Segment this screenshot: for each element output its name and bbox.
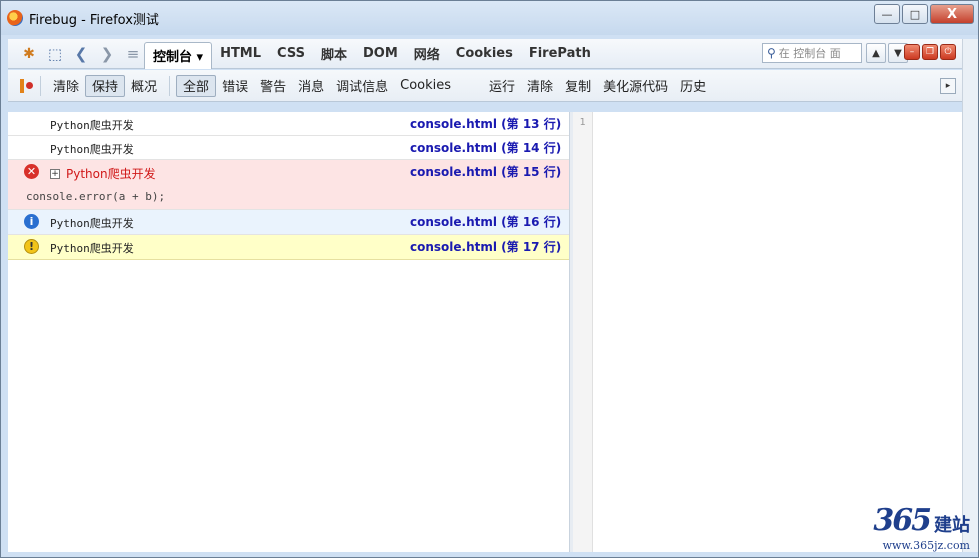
command-editor[interactable]: 1 [573, 112, 962, 552]
log-row: Python爬虫开发 console.html (第 14 行) [8, 136, 569, 160]
watermark-logo: 365 建站 www.365jz.com [840, 501, 970, 556]
close-button[interactable]: X [930, 4, 974, 24]
watermark-number: 365 [873, 503, 932, 538]
persist-button[interactable]: 保持 [85, 74, 126, 97]
watermark-url: www.365jz.com [882, 539, 970, 552]
firebug-main-toolbar: ✱ ⬚ ❮ ❯ ≡ 控制台 ▾ HTML CSS 脚本 DOM 网络 Cooki… [8, 39, 962, 69]
source-link[interactable]: console.html (第 15 行) [410, 163, 561, 180]
tab-net[interactable]: 网络 [406, 42, 448, 66]
run-button[interactable]: 运行 [483, 75, 521, 97]
firebug-detach-icon[interactable]: ❐ [922, 44, 938, 60]
back-icon[interactable]: ❮ [70, 43, 92, 65]
filter-warnings[interactable]: 警告 [254, 75, 292, 97]
firebug-minimize-icon[interactable]: – [904, 44, 920, 60]
expand-icon[interactable]: + [50, 168, 60, 179]
error-row: ✕ + Python爬虫开发 console.error(a + b); con… [8, 160, 569, 210]
warning-message: Python爬虫开发 [50, 242, 134, 255]
tab-console[interactable]: 控制台 ▾ [144, 41, 213, 69]
filter-cookies[interactable]: Cookies [394, 75, 457, 97]
tab-firepath[interactable]: FirePath [521, 42, 599, 66]
search-input[interactable]: ⚲ 在 控制台 面 [762, 43, 862, 63]
firebug-close-icon[interactable]: ⏻ [940, 44, 956, 60]
log-message: Python爬虫开发 [50, 119, 134, 132]
error-icon: ✕ [24, 164, 39, 179]
console-log-pane: Python爬虫开发 console.html (第 13 行) Python爬… [8, 112, 569, 552]
search-placeholder: 在 控制台 面 [778, 47, 841, 60]
forward-icon[interactable]: ❯ [96, 43, 118, 65]
firefox-logo-icon [7, 10, 23, 26]
pretty-print-button[interactable]: 美化源代码 [597, 75, 674, 97]
copy-button[interactable]: 复制 [559, 75, 597, 97]
inspect-icon[interactable]: ⬚ [44, 43, 66, 65]
error-code: console.error(a + b); [26, 190, 166, 203]
info-icon: i [24, 214, 39, 229]
break-on-errors-icon[interactable] [18, 77, 34, 95]
command-editor-icon[interactable]: ≡ [122, 43, 144, 65]
scroll-right-icon[interactable]: ▸ [940, 78, 956, 94]
console-toolbar: 清除 保持 概况 全部 错误 警告 消息 调试信息 Cookies 运行 清除 … [8, 70, 962, 102]
tab-html[interactable]: HTML [212, 42, 269, 66]
editor-clear-button[interactable]: 清除 [521, 75, 559, 97]
source-link[interactable]: console.html (第 14 行) [410, 139, 561, 156]
error-message-line: + Python爬虫开发 [50, 165, 156, 182]
watermark-text: 建站 [934, 515, 970, 536]
error-message: Python爬虫开发 [66, 167, 156, 181]
log-row: Python爬虫开发 console.html (第 13 行) [8, 112, 569, 136]
tab-dom[interactable]: DOM [355, 42, 406, 66]
filter-errors[interactable]: 错误 [216, 75, 254, 97]
line-number-gutter: 1 [573, 112, 593, 552]
bug-icon[interactable]: ✱ [18, 43, 40, 65]
title-bar: Firebug - Firefox测试 — □ X [1, 1, 978, 35]
filter-info[interactable]: 消息 [292, 75, 330, 97]
source-link[interactable]: console.html (第 17 行) [410, 238, 561, 255]
warning-icon: ! [24, 239, 39, 254]
history-button[interactable]: 历史 [674, 75, 712, 97]
info-row: i Python爬虫开发 console.html (第 16 行) [8, 210, 569, 235]
profile-button[interactable]: 概况 [125, 75, 163, 97]
log-message: Python爬虫开发 [50, 143, 134, 156]
firebug-window-controls: – ❐ ⏻ [902, 44, 956, 60]
source-link[interactable]: console.html (第 16 行) [410, 213, 561, 230]
search-icon: ⚲ [767, 46, 776, 60]
tab-css[interactable]: CSS [269, 42, 313, 66]
minimize-button[interactable]: — [874, 4, 900, 24]
filter-debug[interactable]: 调试信息 [330, 75, 394, 97]
maximize-button[interactable]: □ [902, 4, 928, 24]
separator [169, 75, 171, 96]
window-controls: — □ X [872, 4, 974, 24]
tab-script[interactable]: 脚本 [313, 42, 355, 66]
firefox-window: Firebug - Firefox测试 — □ X ✱ ⬚ ❮ ❯ ≡ 控制台 … [0, 0, 979, 558]
vertical-scrollbar[interactable] [962, 39, 978, 552]
separator [40, 75, 41, 96]
info-message: Python爬虫开发 [50, 217, 134, 230]
source-link[interactable]: console.html (第 13 行) [410, 115, 561, 132]
filter-all[interactable]: 全部 [176, 74, 217, 97]
clear-button[interactable]: 清除 [47, 75, 85, 97]
search-prev-button[interactable]: ▲ [866, 43, 886, 63]
window-title: Firebug - Firefox测试 [29, 12, 159, 28]
warning-row: ! Python爬虫开发 console.html (第 17 行) [8, 235, 569, 260]
tab-cookies[interactable]: Cookies [448, 42, 521, 66]
